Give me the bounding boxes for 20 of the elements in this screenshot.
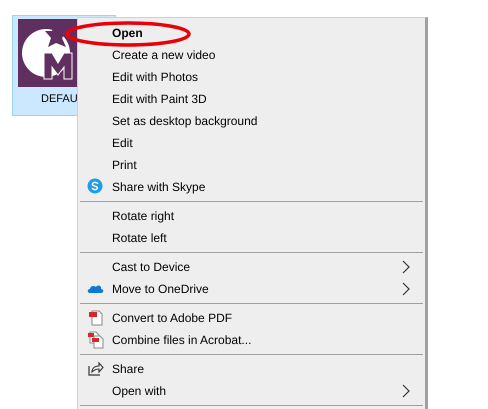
chevron-right-icon [401, 282, 411, 296]
menu-item[interactable]: Print [80, 154, 425, 176]
pdf-documents-icon [87, 331, 105, 349]
chevron-right-icon [401, 384, 411, 398]
menu-item[interactable]: Cast to Device [80, 256, 425, 278]
menu-item[interactable]: Combine files in Acrobat... [80, 329, 425, 351]
image-thumbnail-icon [18, 19, 78, 87]
menu-item[interactable]: Rotate right [80, 205, 425, 227]
menu-item[interactable]: Move to OneDrive [80, 278, 425, 300]
menu-item[interactable]: Share [80, 358, 425, 380]
menu-item[interactable]: Share with Skype [80, 176, 425, 198]
menu-item[interactable]: Rotate left [80, 227, 425, 249]
menu-item[interactable]: Convert to Adobe PDF [80, 307, 425, 329]
chevron-right-icon [401, 260, 411, 274]
share-icon [87, 360, 105, 378]
file-name: DEFAU [41, 93, 78, 105]
menu-item[interactable]: Edit [80, 132, 425, 154]
pdf-document-icon [87, 309, 105, 327]
skype-icon [87, 178, 105, 196]
menu-item[interactable]: Open with [80, 380, 425, 402]
